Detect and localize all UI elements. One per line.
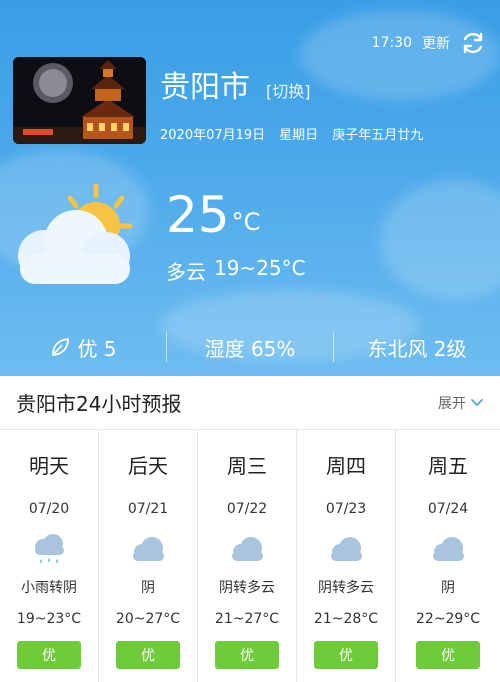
- day-temperature: 21~27°C: [214, 611, 280, 627]
- day-name: 周五: [428, 454, 468, 478]
- stats-bar: 优 5 湿度 65% 东北风 2级: [0, 318, 500, 376]
- overcast-icon: [433, 537, 464, 561]
- update-time: 17:30: [371, 35, 412, 51]
- overcast-icon: [232, 537, 263, 561]
- day-condition: 阴: [141, 580, 155, 596]
- date-line: 2020年07月19日 星期日 庚子年五月廿九: [160, 124, 423, 143]
- aqi-badge: 优: [314, 641, 378, 669]
- temperature-unit: °C: [231, 208, 261, 236]
- city-photo: [13, 57, 146, 144]
- chevron-down-icon: [471, 398, 483, 406]
- humidity: 湿度 65%: [167, 333, 333, 362]
- temperature-value: 25: [166, 186, 230, 244]
- top-bar: 17:30 更新: [372, 30, 486, 56]
- wind: 东北风 2级: [334, 333, 500, 362]
- current-temperature: 25 °C: [166, 188, 260, 242]
- day-name: 周三: [227, 454, 267, 478]
- city-night-image: [13, 57, 146, 144]
- expand-button[interactable]: 展开: [438, 393, 484, 413]
- daily-forecast: 明天 07/20 小雨转阴 19~23°C 优 后天 07/21 阴 20~27…: [0, 430, 500, 682]
- leaf-icon: [52, 337, 70, 356]
- day-date: 07/24: [427, 501, 469, 517]
- day-temperature: 22~29°C: [415, 611, 481, 627]
- date: 2020年07月19日: [160, 128, 266, 143]
- forecast-day[interactable]: 周五 07/24 阴 22~29°C 优: [396, 430, 500, 682]
- forecast-day[interactable]: 明天 07/20 小雨转阴 19~23°C 优: [0, 430, 99, 682]
- day-date: 07/22: [226, 501, 268, 517]
- day-date: 07/20: [28, 501, 70, 517]
- aqi-badge: 优: [416, 641, 480, 669]
- weather-hero: 17:30 更新 贵阳市 [切换] 2020年07月19日 星期日 庚子年五月廿…: [0, 0, 500, 376]
- forecast-header: 贵阳市24小时预报 展开: [0, 376, 500, 430]
- forecast-day[interactable]: 周四 07/23 阴转多云 21~28°C 优: [297, 430, 396, 682]
- light-rain-icon: [35, 534, 64, 563]
- day-name: 周四: [326, 454, 366, 478]
- refresh-icon[interactable]: [460, 30, 486, 56]
- expand-label: 展开: [438, 395, 466, 412]
- overcast-icon: [331, 537, 362, 561]
- day-condition: 阴转多云: [318, 580, 374, 596]
- aqi-badge: 优: [17, 641, 81, 669]
- city-name: 贵阳市: [160, 70, 250, 105]
- day-temperature: 21~28°C: [313, 611, 379, 627]
- day-temperature: 20~27°C: [115, 611, 181, 627]
- temperature-range: 19~25°C: [214, 256, 306, 280]
- current-condition: 多云 19~25°C: [166, 256, 306, 285]
- condition-text: 多云: [166, 260, 206, 284]
- aqi-value: 优 5: [77, 336, 117, 361]
- overcast-icon: [133, 537, 164, 561]
- refresh-label[interactable]: 更新: [422, 33, 450, 53]
- day-name: 明天: [29, 454, 69, 478]
- switch-city-link[interactable]: [切换]: [266, 78, 311, 102]
- day-condition: 小雨转阴: [21, 580, 77, 596]
- day-condition: 阴: [441, 580, 455, 596]
- air-quality: 优 5: [0, 333, 166, 362]
- day-temperature: 19~23°C: [16, 611, 82, 627]
- forecast-day[interactable]: 周三 07/22 阴转多云 21~27°C 优: [198, 430, 297, 682]
- forecast-title: 贵阳市24小时预报: [16, 392, 182, 416]
- day-condition: 阴转多云: [219, 580, 275, 596]
- day-date: 07/23: [325, 501, 367, 517]
- aqi-badge: 优: [116, 641, 180, 669]
- wind-value: 东北风 2级: [367, 336, 467, 361]
- weekday: 星期日: [279, 128, 319, 143]
- bg-cloud: [380, 180, 500, 300]
- day-date: 07/21: [127, 501, 169, 517]
- lunar-date: 庚子年五月廿九: [332, 128, 424, 143]
- humidity-value: 湿度 65%: [204, 336, 296, 361]
- partly-cloudy-icon: [18, 183, 133, 284]
- day-name: 后天: [128, 454, 168, 478]
- forecast-day[interactable]: 后天 07/21 阴 20~27°C 优: [99, 430, 198, 682]
- aqi-badge: 优: [215, 641, 279, 669]
